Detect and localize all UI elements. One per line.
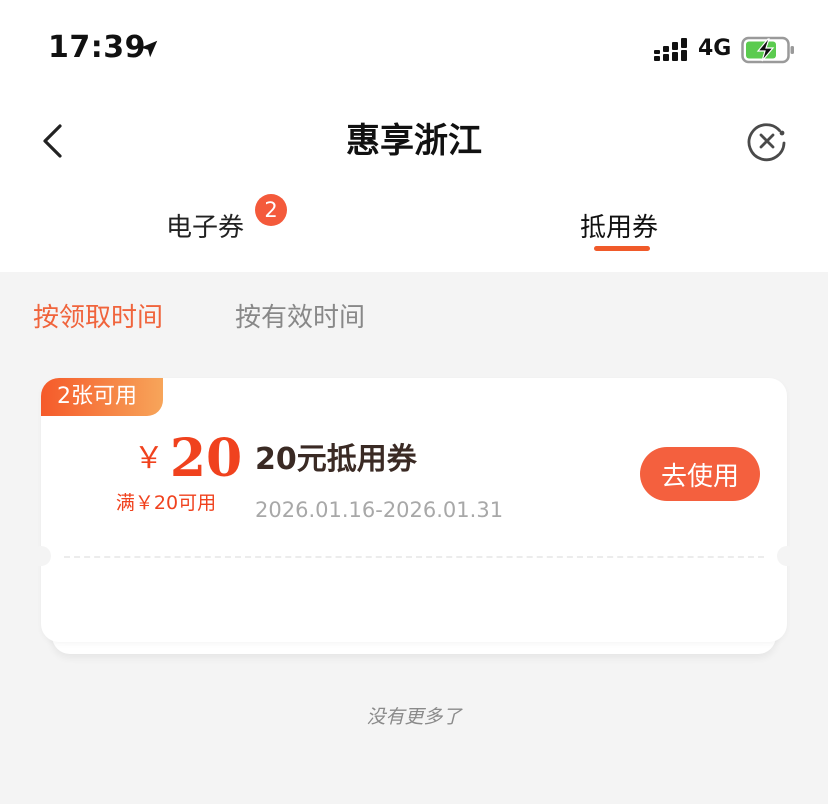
sort-by-valid-time[interactable]: 按有效时间: [235, 298, 365, 338]
sort-by-receive-time[interactable]: 按领取时间: [33, 298, 163, 338]
amount-value: 20: [169, 428, 243, 489]
ticket-divider: [64, 556, 764, 558]
network-type: 4G: [698, 36, 732, 61]
page-title: 惠享浙江: [346, 121, 482, 161]
available-count-tag: 2张可用: [41, 378, 163, 416]
validity-period: 2026.01.16-2026.01.31: [255, 498, 504, 522]
status-time: 17:39: [48, 30, 146, 65]
tab-electronic-coupons[interactable]: 电子券: [166, 208, 244, 248]
coupon-card[interactable]: 2张可用 ￥ 20 满￥20可用 20元抵用券 2026.01.16-2026.0…: [41, 378, 787, 642]
coupon-title: 20元抵用券: [255, 442, 417, 477]
use-coupon-button[interactable]: 去使用: [640, 447, 760, 501]
ticket-notch-right: [777, 546, 797, 566]
usage-condition: 满￥20可用: [115, 492, 217, 514]
ticket-notch-left: [31, 546, 51, 566]
currency-symbol: ￥: [133, 441, 164, 476]
battery-charging-icon: [741, 36, 794, 64]
location-arrow-icon: [140, 40, 158, 58]
tab-count-badge: 2: [255, 194, 287, 226]
coupon-amount: ￥ 20: [103, 428, 273, 489]
active-tab-indicator: [594, 246, 650, 251]
no-more-text: 没有更多了: [366, 706, 462, 728]
tab-discount-coupons[interactable]: 抵用券: [580, 208, 658, 248]
signal-strength-icon: [654, 38, 687, 61]
close-circle-icon[interactable]: [746, 120, 788, 162]
